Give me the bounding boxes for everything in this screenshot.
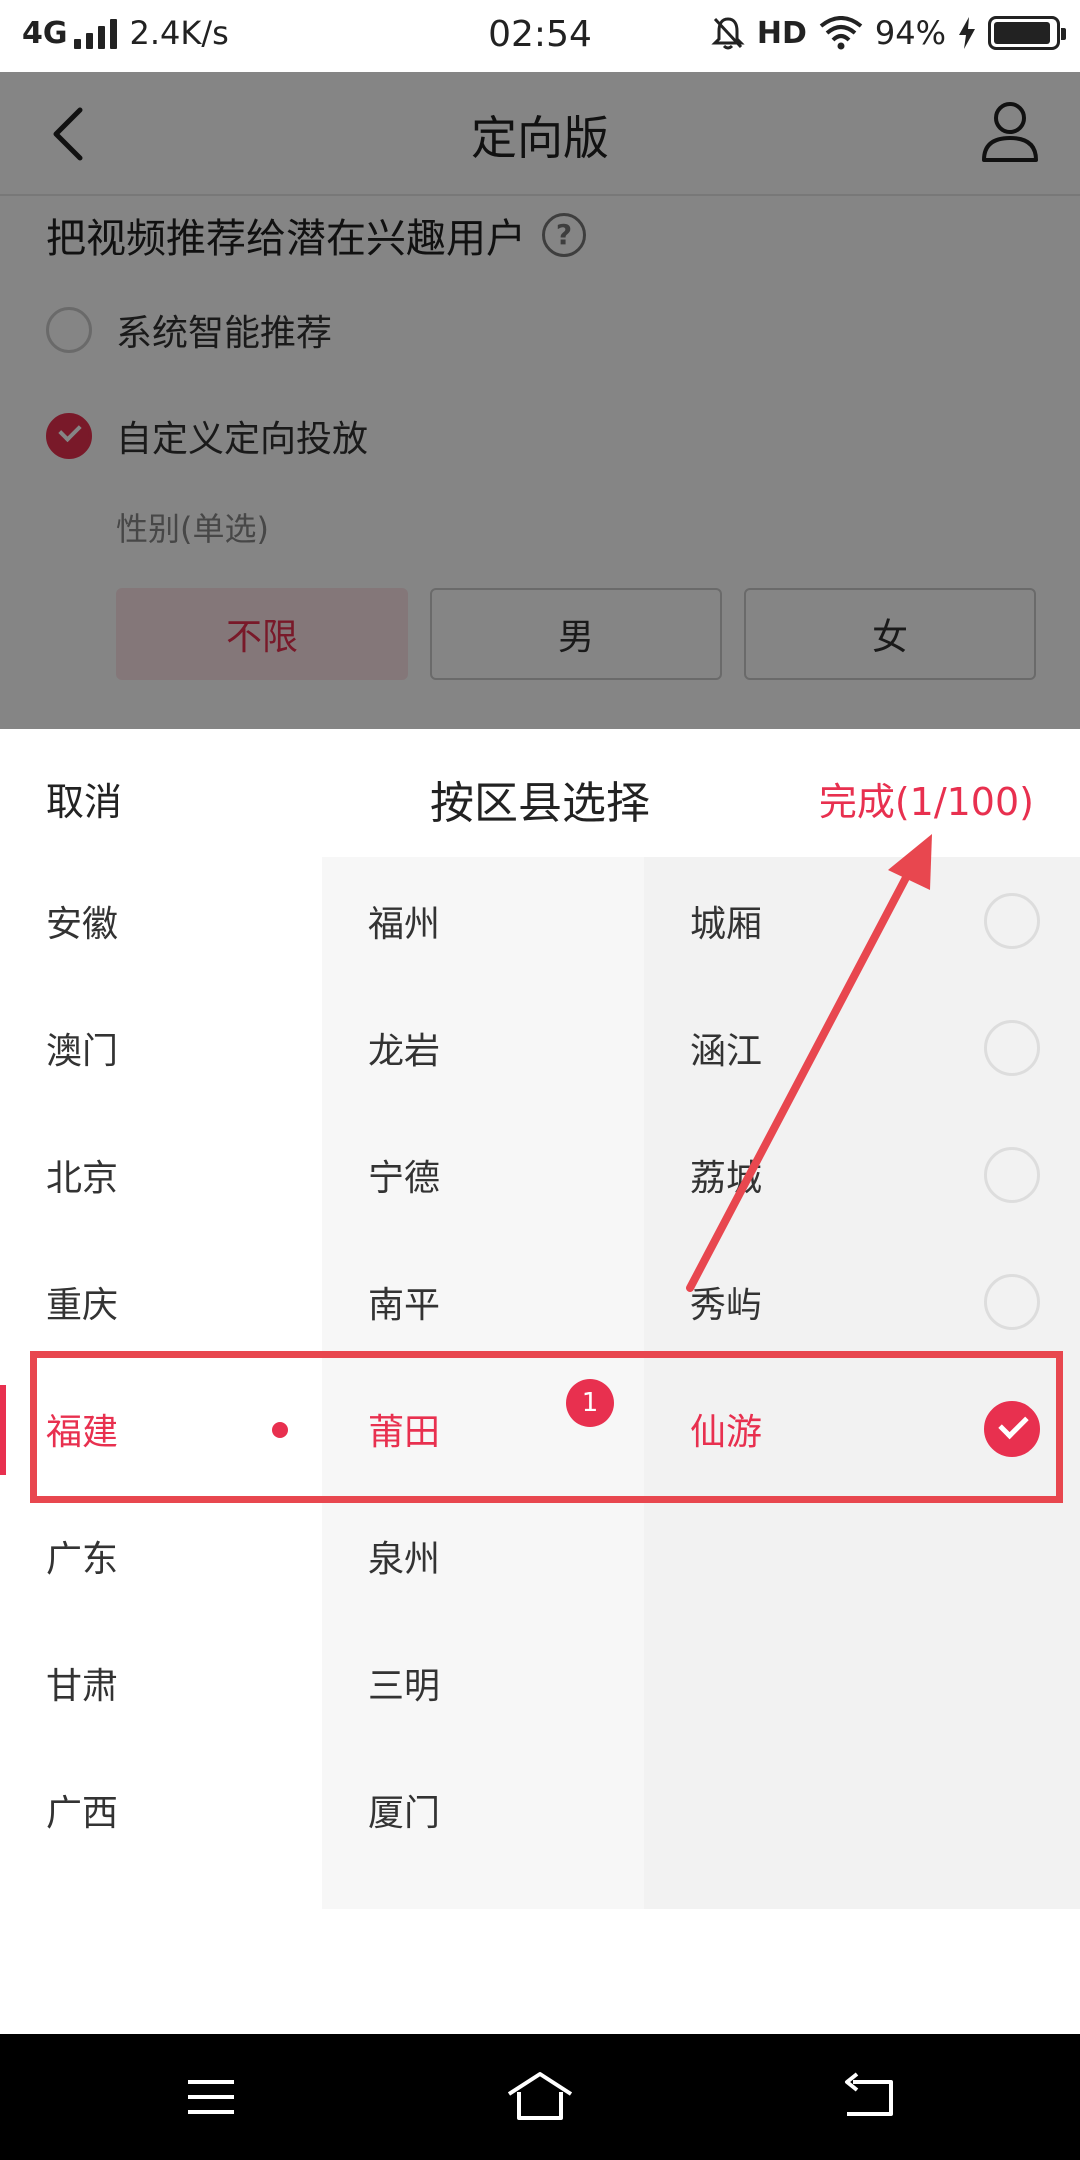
province-item[interactable]: 甘肃	[0, 1619, 322, 1746]
modal-overlay[interactable]	[0, 72, 1080, 729]
district-label: 涵江	[690, 1030, 763, 1072]
district-label: 秀屿	[690, 1284, 763, 1326]
city-item[interactable]: 龙岩	[322, 984, 644, 1111]
system-nav-bar	[0, 2034, 1080, 2160]
province-item[interactable]: 广西	[0, 1746, 322, 1873]
sheet-header: 取消 按区县选择 完成(1/100)	[0, 729, 1080, 857]
checkbox-unchecked[interactable]	[984, 893, 1040, 949]
district-label: 城厢	[690, 903, 763, 945]
checkbox-unchecked[interactable]	[984, 1274, 1040, 1330]
status-bar: 4G 2.4K/s 02:54 HD 94%	[0, 0, 1080, 72]
district-label: 荔城	[690, 1157, 763, 1199]
checkbox-unchecked[interactable]	[984, 1020, 1040, 1076]
battery-percent: 94%	[874, 14, 946, 52]
city-item[interactable]: 三明	[322, 1619, 644, 1746]
province-item[interactable]: 重庆	[0, 1238, 322, 1365]
city-item[interactable]: 福州	[322, 857, 644, 984]
menu-icon[interactable]	[176, 2064, 246, 2130]
city-item[interactable]: 厦门	[322, 1746, 644, 1873]
province-item[interactable]: 广东	[0, 1492, 322, 1619]
return-icon[interactable]	[835, 2064, 905, 2130]
city-item[interactable]: 宁德	[322, 1111, 644, 1238]
wifi-icon	[819, 16, 863, 50]
province-item[interactable]: 北京	[0, 1111, 322, 1238]
district-item[interactable]: 涵江	[644, 984, 1080, 1111]
battery-icon	[988, 16, 1066, 50]
checkbox-unchecked[interactable]	[984, 1147, 1040, 1203]
charging-icon	[959, 17, 975, 49]
mute-bell-icon	[711, 17, 745, 50]
done-button[interactable]: 完成(1/100)	[819, 771, 1034, 826]
status-right: HD 94%	[699, 14, 1066, 52]
city-item[interactable]: 南平	[322, 1238, 644, 1365]
province-item[interactable]: 安徽	[0, 857, 322, 984]
district-item[interactable]: 荔城	[644, 1111, 1080, 1238]
province-item[interactable]: 澳门	[0, 984, 322, 1111]
city-item[interactable]: 泉州	[322, 1492, 644, 1619]
district-item[interactable]: 城厢	[644, 857, 1080, 984]
district-item[interactable]: 秀屿	[644, 1238, 1080, 1365]
home-icon[interactable]	[505, 2064, 575, 2130]
highlight-box	[30, 1351, 1063, 1503]
hd-indicator: HD	[756, 15, 807, 51]
